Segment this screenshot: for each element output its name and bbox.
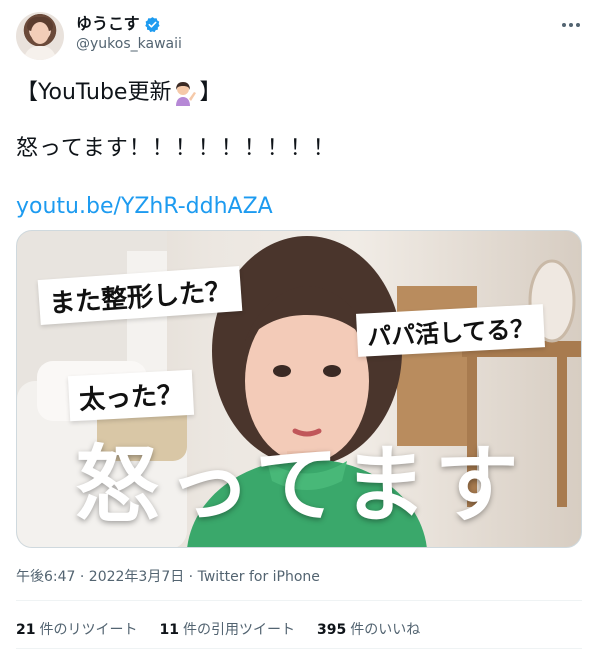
thumbnail-caption-3: 太った？ xyxy=(67,369,195,422)
youtube-link[interactable]: youtu.be/YZhR-ddhAZA xyxy=(16,192,273,222)
engagement-stats: 21 件のリツイート 11 件の引用ツイート 395 件のいいね xyxy=(16,619,420,639)
tweet-text-suffix: 】 xyxy=(199,80,222,105)
quotes-label: 件の引用ツイート xyxy=(182,622,295,638)
avatar[interactable] xyxy=(16,12,64,60)
thumbnail-title: 怒ってます xyxy=(75,435,527,534)
author-name-row[interactable]: ゆうこす xyxy=(76,14,161,34)
quotes-stat[interactable]: 11 件の引用ツイート xyxy=(159,619,294,639)
tweet-card: ゆうこす @yukos_kawaii 【YouTube更新 】 怒ってます！！！… xyxy=(0,0,598,655)
retweets-label: 件のリツイート xyxy=(39,622,138,638)
tweet-timestamp[interactable]: 午後6:47 · 2022年3月7日 · Twitter for iPhone xyxy=(16,566,320,586)
likes-stat[interactable]: 395 件のいいね xyxy=(317,619,420,639)
tweet-text-line1: 【YouTube更新 】 xyxy=(16,78,221,108)
likes-count: 395 xyxy=(316,622,347,638)
tweet-text-line2: 怒ってます！！！！！！！！！ xyxy=(16,136,336,161)
quotes-count: 11 xyxy=(159,622,179,638)
author-display-name[interactable]: ゆうこす xyxy=(76,14,140,34)
more-options-icon[interactable] xyxy=(558,14,584,36)
divider xyxy=(16,648,582,649)
author-handle[interactable]: @yukos_kawaii xyxy=(76,36,182,52)
divider xyxy=(16,600,582,601)
likes-label: 件のいいね xyxy=(350,622,421,638)
tweet-text-prefix: 【YouTube更新 xyxy=(16,80,172,105)
woman-tipping-hand-icon xyxy=(176,82,197,106)
retweets-count: 21 xyxy=(16,622,36,638)
video-thumbnail[interactable]: また整形した？ パパ活してる？ 太った？ 怒ってます xyxy=(16,230,582,548)
retweets-stat[interactable]: 21 件のリツイート xyxy=(16,619,137,639)
verified-badge-icon xyxy=(144,16,160,32)
